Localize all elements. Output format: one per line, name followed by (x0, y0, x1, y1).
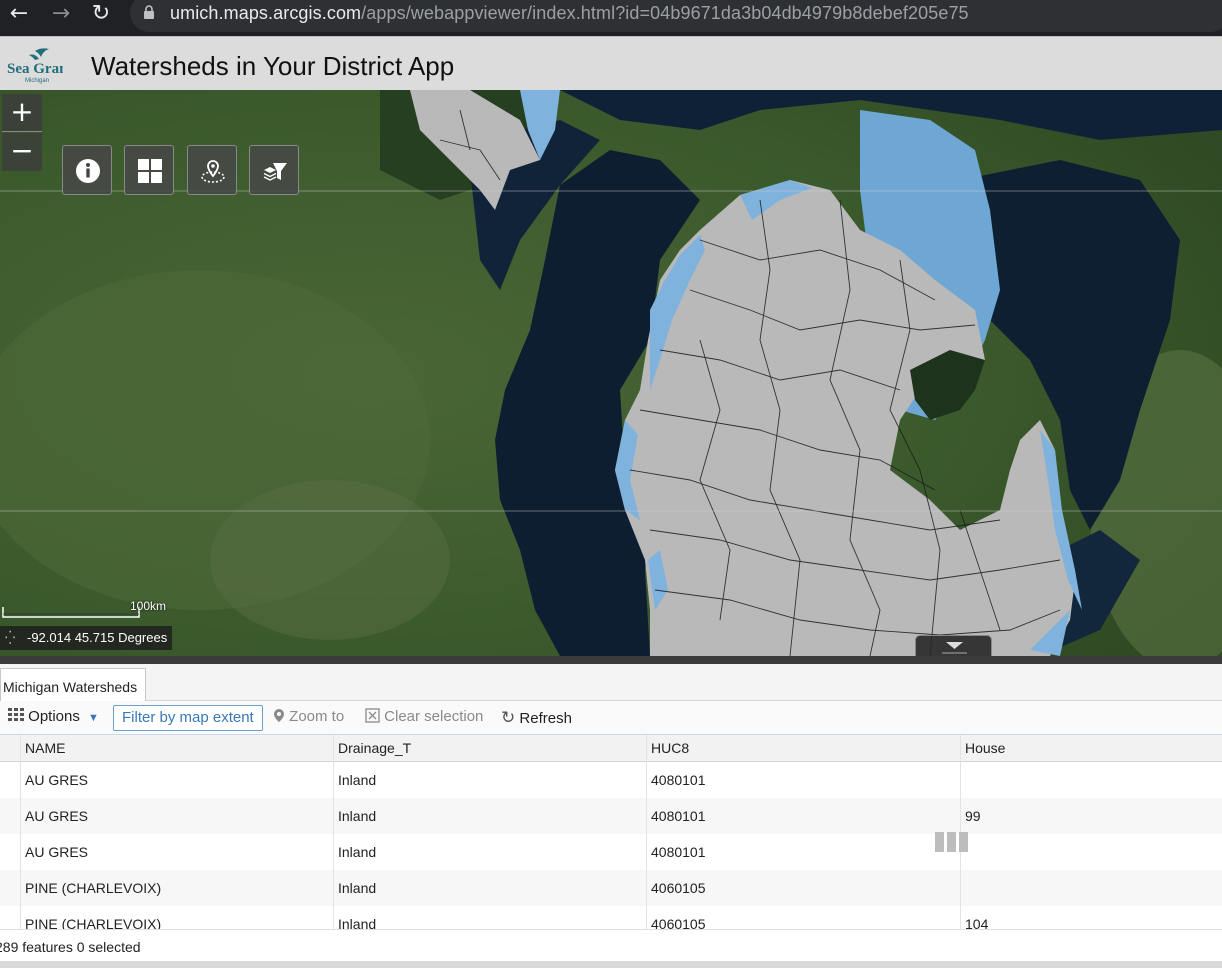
cell-house: 99 (965, 808, 981, 824)
column-divider[interactable] (333, 735, 334, 929)
info-icon (76, 159, 100, 183)
satellite-basemap (0, 90, 1222, 656)
svg-text:Michigan: Michigan (25, 78, 49, 84)
back-arrow-icon[interactable]: ← (4, 0, 34, 30)
cell-huc8: 4060105 (651, 880, 706, 896)
row-select-cell[interactable] (0, 834, 21, 870)
cell-drainage: Inland (338, 808, 377, 824)
table-footer: 289 features 0 selected (0, 929, 1222, 961)
url-text: umich.maps.arcgis.com/apps/webappviewer/… (170, 3, 969, 24)
options-menu-button[interactable]: Options ▼ (8, 708, 99, 725)
tab-michigan-watersheds[interactable]: Michigan Watersheds (0, 668, 147, 702)
refresh-icon: ↻ (501, 708, 516, 728)
sea-grant-logo: Sea Grant Michigan (7, 48, 63, 84)
clear-selection-button[interactable]: Clear selection (365, 708, 483, 725)
table-row[interactable]: AU GRES Inland 4080101 (0, 762, 1222, 798)
column-header-name[interactable]: NAME (25, 735, 65, 762)
coordinate-value: -92.014 45.715 Degrees (27, 630, 168, 645)
column-divider[interactable] (646, 735, 647, 929)
reload-icon[interactable]: ↻ (86, 0, 116, 30)
cell-name: AU GRES (25, 808, 89, 824)
column-header-drainage[interactable]: Drainage_T (338, 735, 411, 762)
panel-toggle-handle[interactable] (915, 635, 992, 656)
cell-house: 104 (965, 916, 989, 929)
column-resize-grip-icon[interactable] (935, 832, 969, 852)
zoom-to-button[interactable]: Zoom to (273, 708, 344, 725)
header-select-cell[interactable] (0, 735, 21, 762)
lock-icon (144, 5, 154, 19)
app-title: Watersheds in Your District App (91, 51, 455, 81)
refresh-label: Refresh (519, 710, 572, 727)
column-header-huc8[interactable]: HUC8 (651, 735, 689, 762)
attribute-grid: NAME Drainage_T HUC8 House AU GRES Inlan… (0, 735, 1222, 929)
table-row[interactable]: PINE (CHARLEVOIX) Inland 4060105 104 (0, 906, 1222, 929)
table-toolbar: Options ▼ Filter by map extent Zoom to C… (0, 701, 1222, 735)
row-select-cell[interactable] (0, 762, 21, 798)
column-header-house[interactable]: House (965, 735, 1005, 762)
coordinate-display[interactable]: ⁛ -92.014 45.715 Degrees (0, 626, 173, 650)
window-bottom-edge (0, 961, 1222, 968)
cell-drainage: Inland (338, 916, 377, 929)
table-row[interactable]: PINE (CHARLEVOIX) Inland 4060105 (0, 870, 1222, 906)
locate-map-icon (201, 160, 225, 183)
info-button[interactable] (62, 145, 112, 195)
zoom-in-button[interactable]: + (2, 94, 42, 132)
svg-text:Sea Grant: Sea Grant (7, 61, 63, 77)
chevron-down-icon (942, 642, 967, 654)
url-host: umich.maps.arcgis.com (170, 3, 362, 23)
basemap-gallery-button[interactable] (124, 145, 174, 195)
url-path: /apps/webappviewer/index.html?id=04b9671… (361, 3, 969, 23)
zoom-to-label: Zoom to (289, 708, 345, 725)
clear-selection-label: Clear selection (384, 708, 484, 725)
refresh-button[interactable]: ↻ Refresh (501, 708, 572, 728)
panel-divider[interactable] (0, 656, 1222, 664)
cell-huc8: 4080101 (651, 772, 706, 788)
app-header: Sea Grant Michigan Watersheds in Your Di… (0, 36, 1222, 90)
zoom-out-button[interactable]: − (2, 133, 42, 171)
cell-drainage: Inland (338, 772, 377, 788)
cell-name: AU GRES (25, 772, 89, 788)
filter-by-extent-button[interactable]: Filter by map extent (113, 705, 263, 731)
cell-huc8: 4080101 (651, 844, 706, 860)
layer-filter-button[interactable] (249, 145, 299, 195)
caret-down-icon: ▼ (88, 712, 99, 724)
grid-menu-icon (8, 708, 24, 721)
layer-filter-icon (263, 163, 287, 181)
clear-selection-icon (365, 708, 380, 723)
forward-arrow-icon[interactable]: → (46, 0, 76, 30)
basemap-gallery-icon (138, 159, 162, 183)
row-select-cell[interactable] (0, 906, 21, 929)
table-row[interactable]: AU GRES Inland 4080101 (0, 834, 1222, 870)
scale-label: 100km (130, 599, 167, 613)
cell-name: AU GRES (25, 844, 89, 860)
scale-bar (2, 607, 140, 618)
map-pin-icon (274, 709, 284, 722)
locate-button[interactable] (187, 145, 237, 195)
browser-toolbar: ← → ↻ umich.maps.arcgis.com/apps/webappv… (0, 0, 1222, 36)
map-view[interactable]: + − 100km ⁛ -92.014 45.715 Degrees (0, 90, 1222, 656)
cell-drainage: Inland (338, 844, 377, 860)
row-select-cell[interactable] (0, 798, 21, 834)
grid-header: NAME Drainage_T HUC8 House (0, 735, 1222, 762)
cell-name: PINE (CHARLEVOIX) (25, 880, 162, 896)
crosshair-icon[interactable]: ⁛ (5, 626, 19, 650)
attribute-table-tabs: Michigan Watersheds (0, 664, 1222, 702)
options-label: Options (28, 708, 80, 725)
cell-huc8: 4060105 (651, 916, 706, 929)
cell-name: PINE (CHARLEVOIX) (25, 916, 162, 929)
table-row[interactable]: AU GRES Inland 4080101 99 (0, 798, 1222, 834)
address-bar[interactable]: umich.maps.arcgis.com/apps/webappviewer/… (130, 0, 1222, 32)
cell-drainage: Inland (338, 880, 377, 896)
feature-count: 289 features 0 selected (0, 939, 141, 955)
cell-huc8: 4080101 (651, 808, 706, 824)
row-select-cell[interactable] (0, 870, 21, 906)
